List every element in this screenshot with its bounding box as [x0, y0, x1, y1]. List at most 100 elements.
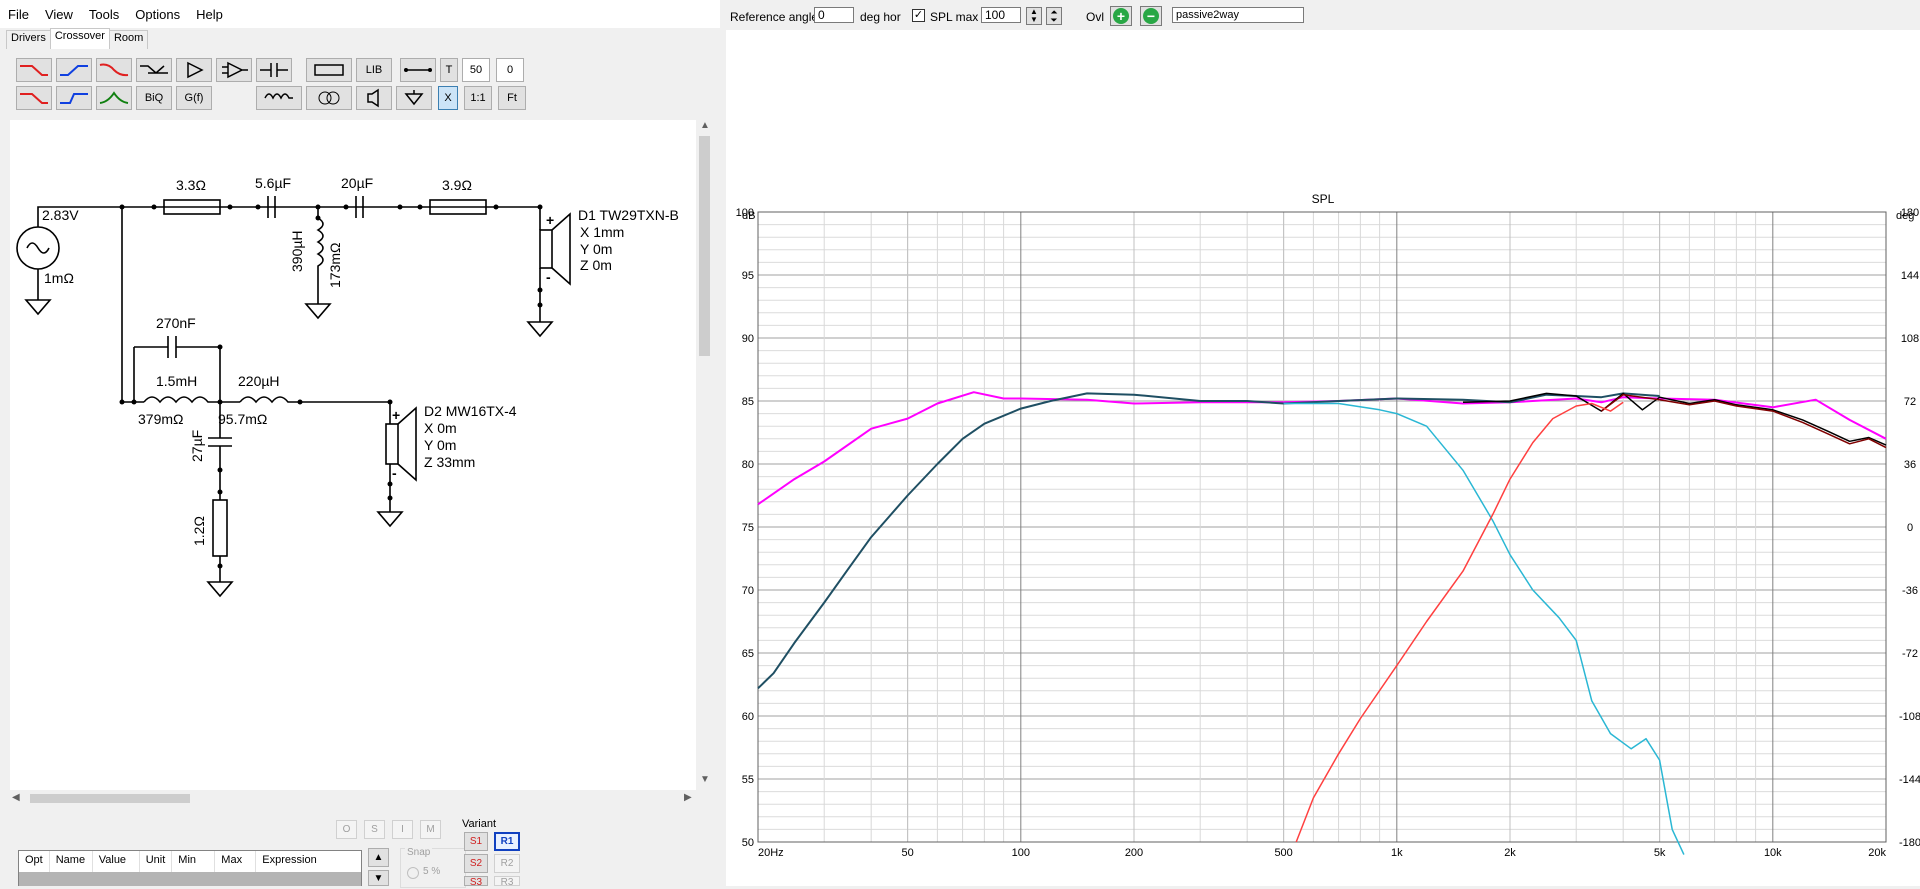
variant-s1-button[interactable]: S1: [464, 832, 488, 851]
schematic-horizontal-scrollbar[interactable]: ◀ ▶: [10, 790, 696, 807]
variant-r3-button[interactable]: R3: [494, 876, 520, 886]
highpass-blue-button[interactable]: [56, 58, 92, 82]
transformer-button[interactable]: [306, 86, 352, 110]
col-expression[interactable]: Expression: [256, 851, 322, 873]
col-opt[interactable]: Opt: [19, 851, 50, 873]
spl-max-input[interactable]: [981, 7, 1021, 23]
col-unit[interactable]: Unit: [140, 851, 173, 873]
down-arrow-icon: ▼: [373, 872, 384, 884]
x-tick-label: 1k: [1391, 847, 1403, 859]
t-button[interactable]: T: [440, 58, 458, 82]
scroll-down-icon[interactable]: ▼: [700, 774, 710, 785]
spl-range-icon[interactable]: ⏶ ⏷: [1046, 7, 1062, 25]
x-toggle-button[interactable]: X: [438, 86, 458, 110]
buffer-button[interactable]: [176, 58, 212, 82]
vertical-scroll-thumb[interactable]: [699, 136, 710, 356]
y2-tick-label: -180: [1899, 837, 1920, 849]
biquad-button[interactable]: BiQ: [136, 86, 172, 110]
bandpass-button[interactable]: [96, 86, 132, 110]
variant-s3-button[interactable]: S3: [464, 876, 488, 886]
lowpass-curve-button[interactable]: [96, 58, 132, 82]
lowpass-icon: [20, 65, 48, 76]
x-tick-label: 20Hz: [758, 847, 784, 859]
speaker-button[interactable]: [356, 86, 392, 110]
optimizer-grid-body[interactable]: [18, 872, 362, 886]
lowpass-curve-icon: [99, 63, 129, 77]
spl-chart[interactable]: SPL dB deg 20Hz 50 100 200 500 1k 2k 5k 10k 20k 50…: [726, 190, 1920, 886]
opamp-button[interactable]: [216, 58, 252, 82]
tw-c1: 5.6µF: [255, 175, 291, 191]
wf-l1: 1.5mH: [156, 373, 197, 389]
spl-spinner-icon[interactable]: ▲ ▼: [1026, 7, 1042, 25]
col-max[interactable]: Max: [215, 851, 257, 873]
variant-s2-button[interactable]: S2: [464, 854, 488, 873]
wire-button[interactable]: [400, 58, 436, 82]
tab-crossover[interactable]: Crossover: [49, 28, 110, 49]
tab-drivers[interactable]: Drivers: [6, 30, 51, 49]
project-name-input[interactable]: [1172, 7, 1304, 23]
y-tick-label: 90: [742, 333, 754, 345]
tab-room[interactable]: Room: [108, 30, 149, 49]
lowpass-red-button[interactable]: [16, 58, 52, 82]
y2-tick-label: 108: [1901, 333, 1919, 345]
tw-c2: 20µF: [341, 175, 373, 191]
horizontal-scroll-thumb[interactable]: [30, 794, 190, 803]
overlay-remove-button[interactable]: −: [1140, 6, 1162, 26]
col-value[interactable]: Value: [93, 851, 140, 873]
series-line-4: [1283, 402, 1685, 855]
menu-help[interactable]: Help: [188, 7, 231, 22]
reference-angle-input[interactable]: [814, 7, 854, 23]
y-tick-label: 55: [742, 774, 754, 786]
transformer-icon: [318, 91, 340, 105]
d2-y: Y 0m: [424, 437, 456, 453]
menu-options[interactable]: Options: [127, 7, 188, 22]
opt-s-button[interactable]: S: [364, 820, 385, 839]
variant-r1-button[interactable]: R1: [494, 832, 520, 851]
menu-tools[interactable]: Tools: [81, 7, 127, 22]
snap-radio[interactable]: [407, 867, 419, 879]
lowpass-red2-button[interactable]: [16, 86, 52, 110]
ground-button[interactable]: [396, 86, 432, 110]
tw-r1: 3.3Ω: [176, 177, 206, 193]
scroll-right-icon[interactable]: ▶: [684, 792, 692, 803]
menu-view[interactable]: View: [37, 7, 81, 22]
resistor-button[interactable]: [306, 58, 352, 82]
capacitor-button[interactable]: [256, 58, 292, 82]
variant-r2-button[interactable]: R2: [494, 854, 520, 873]
lib-button[interactable]: LIB: [356, 58, 392, 82]
shelf-button[interactable]: [136, 58, 172, 82]
col-name[interactable]: Name: [50, 851, 93, 873]
series-line-5: [1295, 401, 1624, 843]
col-min[interactable]: Min: [172, 851, 216, 873]
scroll-up-icon[interactable]: ▲: [700, 120, 710, 131]
gf-button[interactable]: G(f): [176, 86, 212, 110]
move-up-button[interactable]: ▲: [368, 848, 389, 867]
buffer-icon: [187, 61, 204, 79]
series-line-1: [757, 392, 1660, 690]
value-0-field[interactable]: 0: [496, 58, 524, 82]
inductor-icon: [264, 93, 293, 100]
fit-button[interactable]: Ft: [498, 86, 526, 110]
source-resistance: 1mΩ: [44, 270, 74, 286]
zoom-1-1-button[interactable]: 1:1: [464, 86, 492, 110]
schematic-canvas[interactable]: 2.83V 1mΩ 3.3Ω 5.6µF 20µF 3.9Ω 390µH 173…: [10, 120, 696, 790]
opt-i-button[interactable]: I: [392, 820, 413, 839]
chart-toolbar: Reference angle deg hor ✓ SPL max ▲▼ ⏶⏷ …: [726, 0, 1920, 30]
y-tick-label: 95: [742, 270, 754, 282]
opt-m-button[interactable]: M: [420, 820, 441, 839]
inductor-button[interactable]: [256, 86, 302, 110]
scroll-left-icon[interactable]: ◀: [12, 792, 20, 803]
y2-tick-label: -144: [1899, 774, 1920, 786]
spl-max-checkbox[interactable]: ✓: [912, 9, 925, 22]
d1-y: Y 0m: [580, 241, 612, 257]
schematic-vertical-scrollbar[interactable]: ▲ ▼: [696, 120, 713, 790]
y-tick-label: 60: [742, 711, 754, 723]
overlay-add-button[interactable]: +: [1110, 6, 1132, 26]
value-50-field[interactable]: 50: [462, 58, 490, 82]
minus-icon: −: [1143, 8, 1159, 24]
opt-o-button[interactable]: O: [336, 820, 357, 839]
menu-file[interactable]: File: [0, 7, 37, 22]
move-down-button[interactable]: ▼: [368, 870, 389, 886]
highpass-blue2-button[interactable]: [56, 86, 92, 110]
tw-l1: 390µH: [289, 230, 305, 272]
